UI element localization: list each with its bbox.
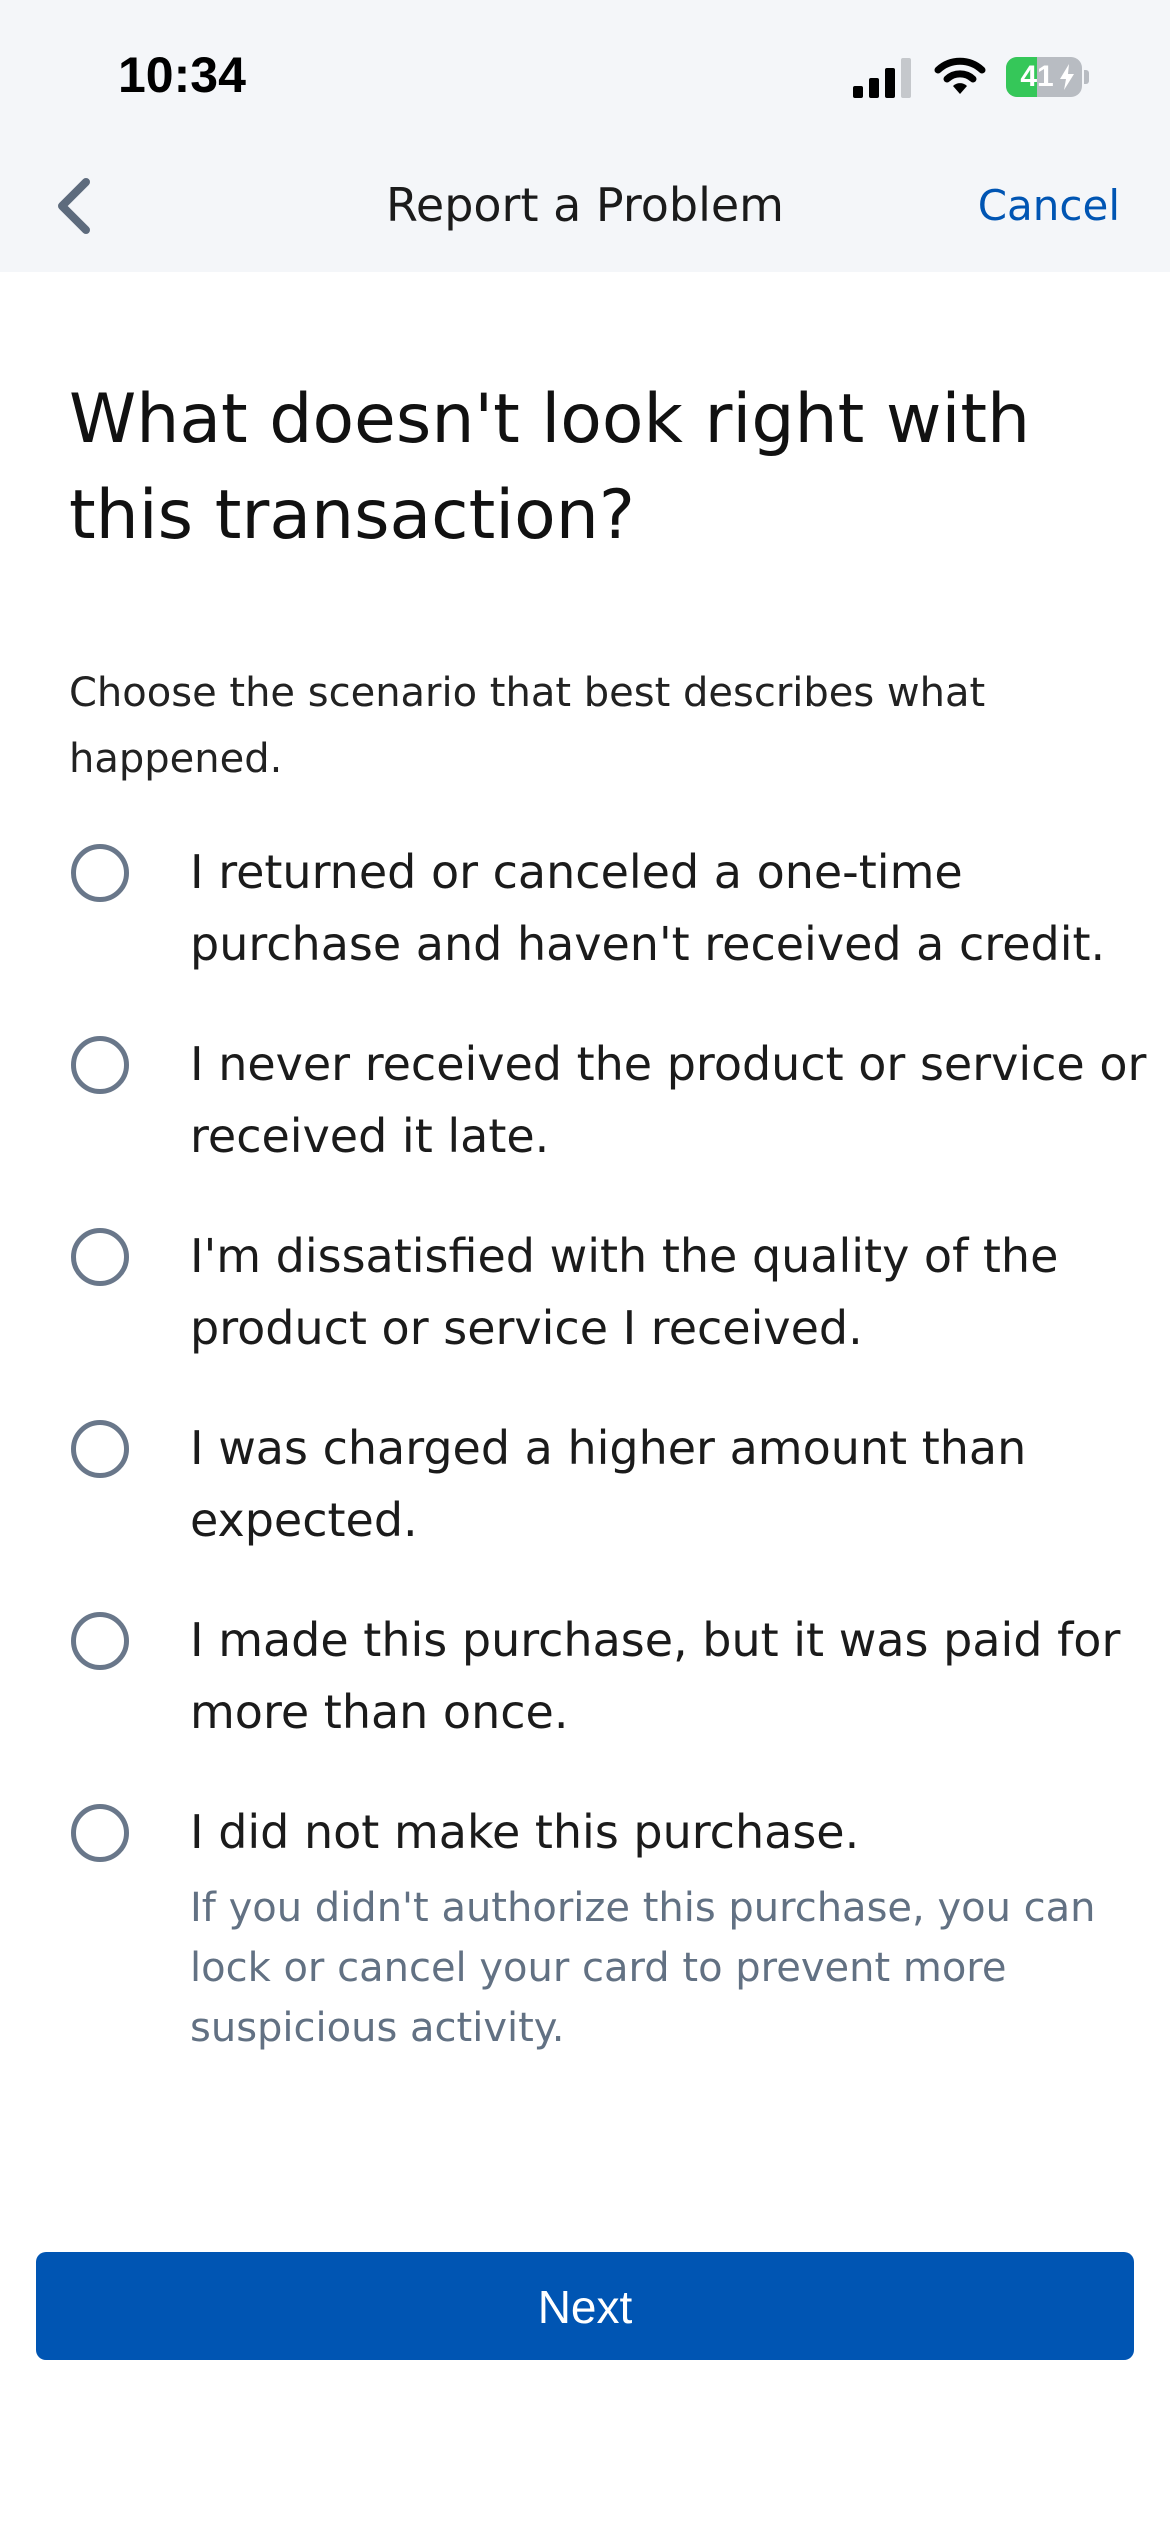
next-button[interactable]: Next [36, 2252, 1134, 2360]
wifi-icon [934, 57, 986, 94]
option-label: I did not make this purchase. [190, 1805, 860, 1859]
option-help-text: If you didn't authorize this purchase, y… [190, 1885, 1096, 2051]
lightning-bolt-icon [1060, 64, 1074, 90]
page-title: Report a Problem [386, 178, 784, 232]
option-label: I'm dissatisfied with the quality of the… [190, 1229, 1059, 1355]
radio-button[interactable] [71, 1228, 129, 1286]
radio-button[interactable] [71, 1612, 129, 1670]
radio-button[interactable] [71, 1036, 129, 1094]
option-label: I made this purchase, but it was paid fo… [190, 1613, 1121, 1739]
option-label: I never received the product or service … [190, 1037, 1147, 1163]
question-heading: What doesn't look right with this transa… [69, 380, 1031, 555]
cellular-signal-icon [853, 58, 911, 98]
battery-cap [1084, 70, 1089, 84]
radio-button[interactable] [71, 1804, 129, 1862]
radio-button[interactable] [71, 844, 129, 902]
chevron-left-icon [58, 178, 90, 234]
status-time: 10:34 [118, 47, 246, 103]
top-bar: 10:34 41 Report a Problem Cancel [0, 0, 1170, 272]
back-button[interactable] [46, 170, 106, 242]
option-label: I was charged a higher amount than expec… [190, 1421, 1027, 1547]
cancel-button[interactable]: Cancel [978, 181, 1120, 230]
battery-charging-icon: 41 [1006, 57, 1089, 97]
instruction-text: Choose the scenario that best describes … [69, 670, 986, 782]
option-label: I returned or canceled a one-time purcha… [190, 845, 1106, 971]
radio-button[interactable] [71, 1420, 129, 1478]
